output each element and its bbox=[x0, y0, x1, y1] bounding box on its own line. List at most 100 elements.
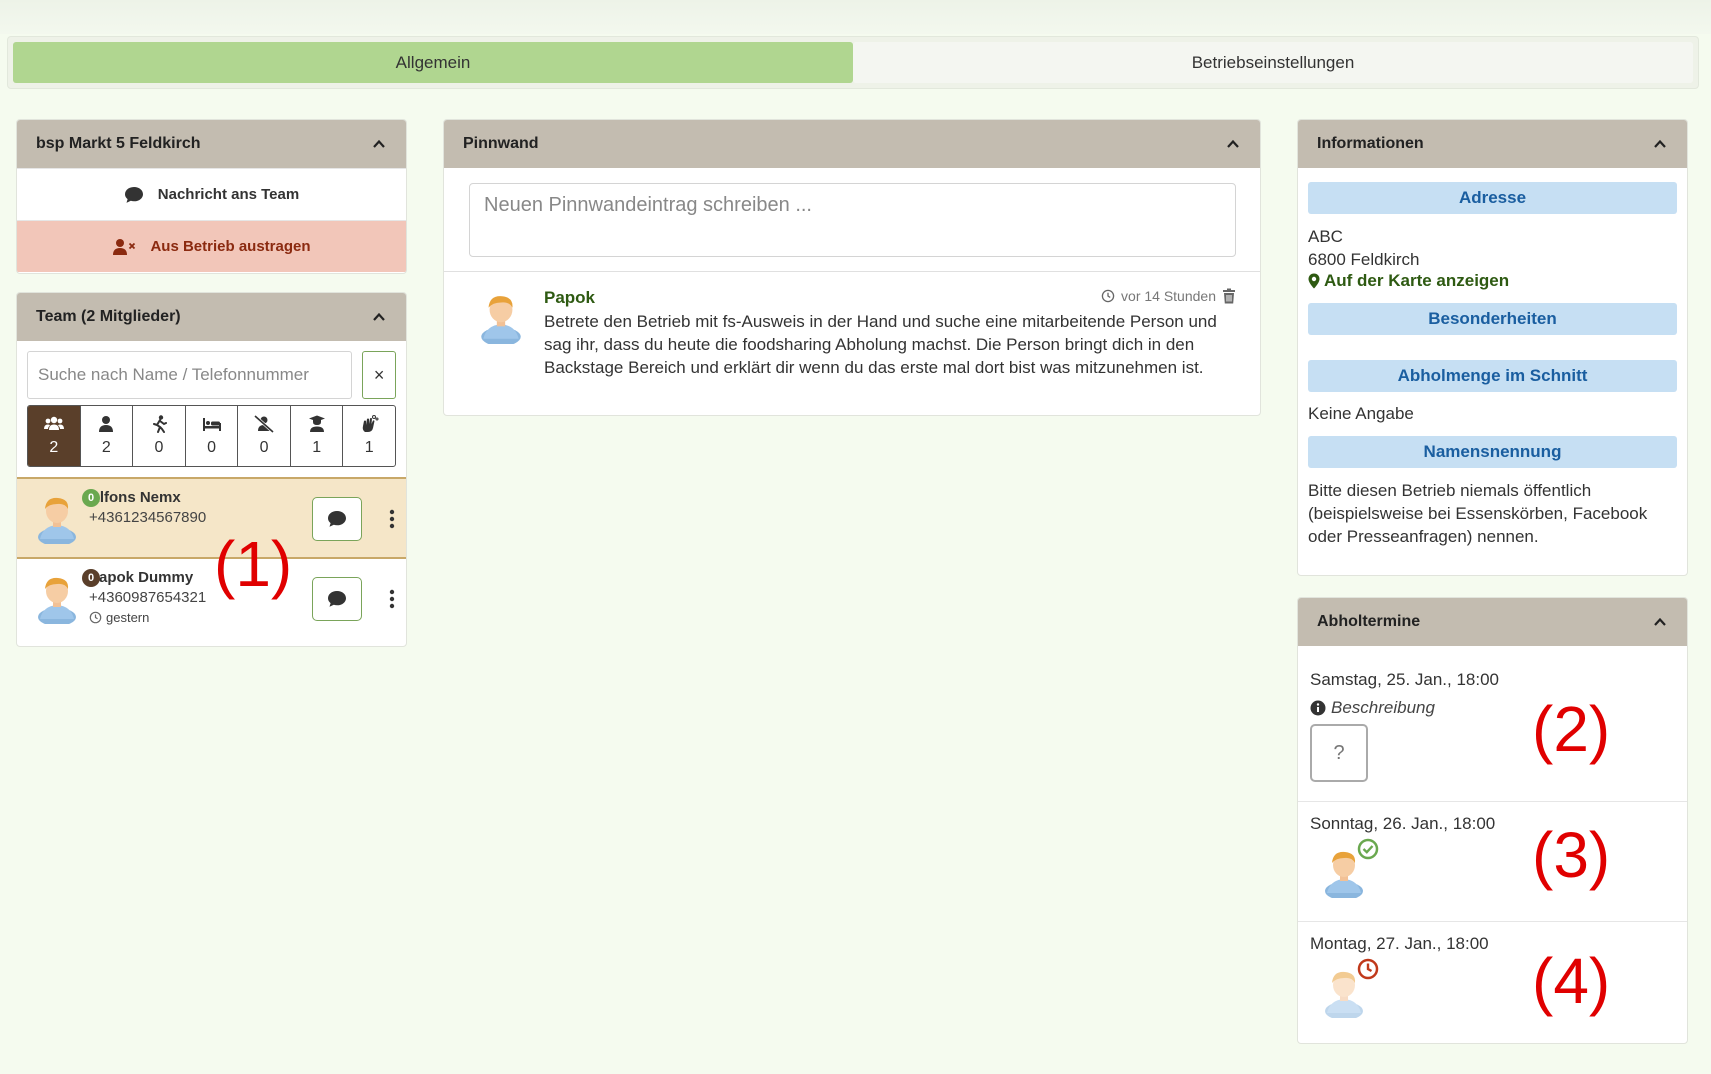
chevron-up-icon[interactable] bbox=[1226, 137, 1240, 151]
new-post-input[interactable]: Neuen Pinnwandeintrag schreiben ... bbox=[469, 183, 1236, 257]
user-remove-icon bbox=[113, 238, 136, 255]
filter-members[interactable]: 2 bbox=[81, 406, 134, 466]
clear-search-button[interactable]: × bbox=[362, 351, 396, 399]
clock-icon bbox=[1101, 289, 1115, 303]
filter-count: 0 bbox=[259, 439, 269, 456]
pickup-count-badge: 0 bbox=[82, 489, 100, 507]
amount-title: Abholmenge im Schnitt bbox=[1308, 360, 1677, 392]
message-team-button[interactable]: Nachricht ans Team bbox=[17, 168, 406, 220]
address-title: Adresse bbox=[1308, 182, 1677, 214]
avatar[interactable] bbox=[478, 290, 524, 344]
bed-icon bbox=[202, 418, 221, 431]
show-map-link[interactable]: Auf der Karte anzeigen bbox=[1308, 271, 1677, 291]
member-row[interactable]: 0 Papok Dummy +4360987654321 gestern bbox=[17, 559, 406, 641]
pickups-header[interactable]: Abholtermine bbox=[1298, 598, 1687, 646]
chat-icon bbox=[124, 186, 144, 204]
pending-clock-icon bbox=[1357, 958, 1379, 980]
filter-sleeping[interactable]: 0 bbox=[186, 406, 239, 466]
more-options-icon[interactable] bbox=[389, 509, 395, 529]
empty-slot-button[interactable]: ? bbox=[1310, 724, 1368, 782]
member-search-input[interactable] bbox=[27, 351, 353, 399]
annotation-1: (1) bbox=[214, 528, 293, 600]
filter-count: 2 bbox=[49, 439, 59, 456]
address-line2: 6800 Feldkirch bbox=[1308, 250, 1420, 269]
confirmed-check-icon bbox=[1357, 838, 1379, 860]
tab-bar: Allgemein Betriebseinstellungen bbox=[7, 36, 1699, 89]
hands-wash-icon bbox=[363, 415, 379, 432]
annotation-2: (2) bbox=[1532, 693, 1611, 765]
naming-title: Namensnennung bbox=[1308, 436, 1677, 468]
running-icon bbox=[152, 415, 167, 433]
tab-betriebseinstellungen[interactable]: Betriebseinstellungen bbox=[853, 42, 1693, 83]
annotation-4: (4) bbox=[1532, 945, 1611, 1017]
member-search: × bbox=[17, 341, 406, 399]
leave-store-button[interactable]: Aus Betrieb austragen bbox=[17, 220, 406, 272]
pickup-slot: Samstag, 25. Jan., 18:00 Beschreibung ? bbox=[1298, 658, 1687, 801]
team-panel: Team (2 Mitglieder) × 2 2 0 bbox=[16, 292, 407, 647]
pinnwand-title: Pinnwand bbox=[463, 135, 539, 152]
pickup-date: Samstag, 25. Jan., 18:00 bbox=[1310, 670, 1500, 689]
filter-count: 1 bbox=[364, 439, 374, 456]
pickup-slot: Sonntag, 26. Jan., 18:00 bbox=[1298, 801, 1687, 921]
more-options-icon[interactable] bbox=[389, 589, 395, 609]
chat-icon bbox=[327, 510, 347, 528]
leave-store-label: Aus Betrieb austragen bbox=[150, 238, 311, 255]
info-panel: Informationen Adresse ABC 6800 Feldkirch… bbox=[1297, 119, 1688, 576]
pickup-list: Samstag, 25. Jan., 18:00 Beschreibung ? … bbox=[1298, 646, 1687, 1041]
pickups-title: Abholtermine bbox=[1317, 613, 1421, 630]
clock-icon bbox=[89, 611, 102, 624]
store-panel-header[interactable]: bsp Markt 5 Feldkirch bbox=[17, 120, 406, 168]
chat-button[interactable] bbox=[312, 577, 362, 621]
filter-active[interactable]: 0 bbox=[133, 406, 186, 466]
person-icon bbox=[99, 416, 114, 432]
chevron-up-icon[interactable] bbox=[1653, 137, 1667, 151]
post-meta: vor 14 Stunden bbox=[1101, 288, 1236, 304]
pickup-count-badge: 0 bbox=[82, 569, 100, 587]
avatar[interactable] bbox=[35, 572, 79, 624]
filter-hygiene[interactable]: 1 bbox=[343, 406, 395, 466]
info-header[interactable]: Informationen bbox=[1298, 120, 1687, 168]
store-panel: bsp Markt 5 Feldkirch Nachricht ans Team… bbox=[16, 119, 407, 274]
filter-count: 2 bbox=[101, 439, 111, 456]
member-filter-bar: 2 2 0 0 0 1 1 bbox=[27, 405, 396, 467]
post-time: vor 14 Stunden bbox=[1121, 288, 1216, 304]
amount-value: Keine Angabe bbox=[1308, 404, 1414, 423]
message-team-label: Nachricht ans Team bbox=[157, 186, 300, 203]
chevron-up-icon[interactable] bbox=[1653, 615, 1667, 629]
pickup-date: Sonntag, 26. Jan., 18:00 bbox=[1310, 814, 1496, 833]
last-seen-label: gestern bbox=[106, 610, 150, 625]
filter-count: 1 bbox=[312, 439, 322, 456]
chat-icon bbox=[327, 590, 347, 608]
filter-newcomers[interactable]: 1 bbox=[291, 406, 344, 466]
filter-all-members[interactable]: 2 bbox=[28, 406, 81, 466]
address-line1: ABC bbox=[1308, 227, 1343, 246]
tab-allgemein[interactable]: Allgemein bbox=[13, 42, 853, 83]
store-title: bsp Markt 5 Feldkirch bbox=[36, 135, 201, 152]
info-title: Informationen bbox=[1317, 135, 1424, 152]
info-icon bbox=[1310, 700, 1326, 716]
annotation-3: (3) bbox=[1532, 819, 1611, 891]
top-bar bbox=[0, 0, 1711, 34]
member-row[interactable]: 0 Alfons Nemx +4361234567890 bbox=[17, 477, 406, 559]
wall-post: Papok vor 14 Stunden Betrete den Betrieb… bbox=[444, 271, 1260, 393]
pinnwand-panel: Pinnwand Neuen Pinnwandeintrag schreiben… bbox=[443, 119, 1261, 416]
chat-button[interactable] bbox=[312, 497, 362, 541]
filter-inactive[interactable]: 0 bbox=[238, 406, 291, 466]
chevron-up-icon[interactable] bbox=[372, 137, 386, 151]
show-map-label: Auf der Karte anzeigen bbox=[1324, 271, 1510, 290]
trash-icon[interactable] bbox=[1222, 288, 1236, 304]
team-panel-header[interactable]: Team (2 Mitglieder) bbox=[17, 293, 406, 341]
avatar[interactable] bbox=[35, 492, 79, 544]
chevron-up-icon[interactable] bbox=[372, 310, 386, 324]
pickup-description-label: Beschreibung bbox=[1331, 698, 1435, 717]
pinnwand-header[interactable]: Pinnwand bbox=[444, 120, 1260, 168]
pickup-slot: Montag, 27. Jan., 18:00 bbox=[1298, 921, 1687, 1041]
pickup-date: Montag, 27. Jan., 18:00 bbox=[1310, 934, 1489, 953]
team-title: Team (2 Mitglieder) bbox=[36, 308, 181, 325]
info-body: Adresse ABC 6800 Feldkirch Auf der Karte… bbox=[1298, 168, 1687, 548]
specials-title: Besonderheiten bbox=[1308, 303, 1677, 335]
post-text: Betrete den Betrieb mit fs-Ausweis in de… bbox=[544, 312, 1217, 377]
filter-count: 0 bbox=[154, 439, 164, 456]
pickup-description[interactable]: Beschreibung bbox=[1310, 698, 1675, 718]
user-graduate-icon bbox=[308, 415, 325, 432]
